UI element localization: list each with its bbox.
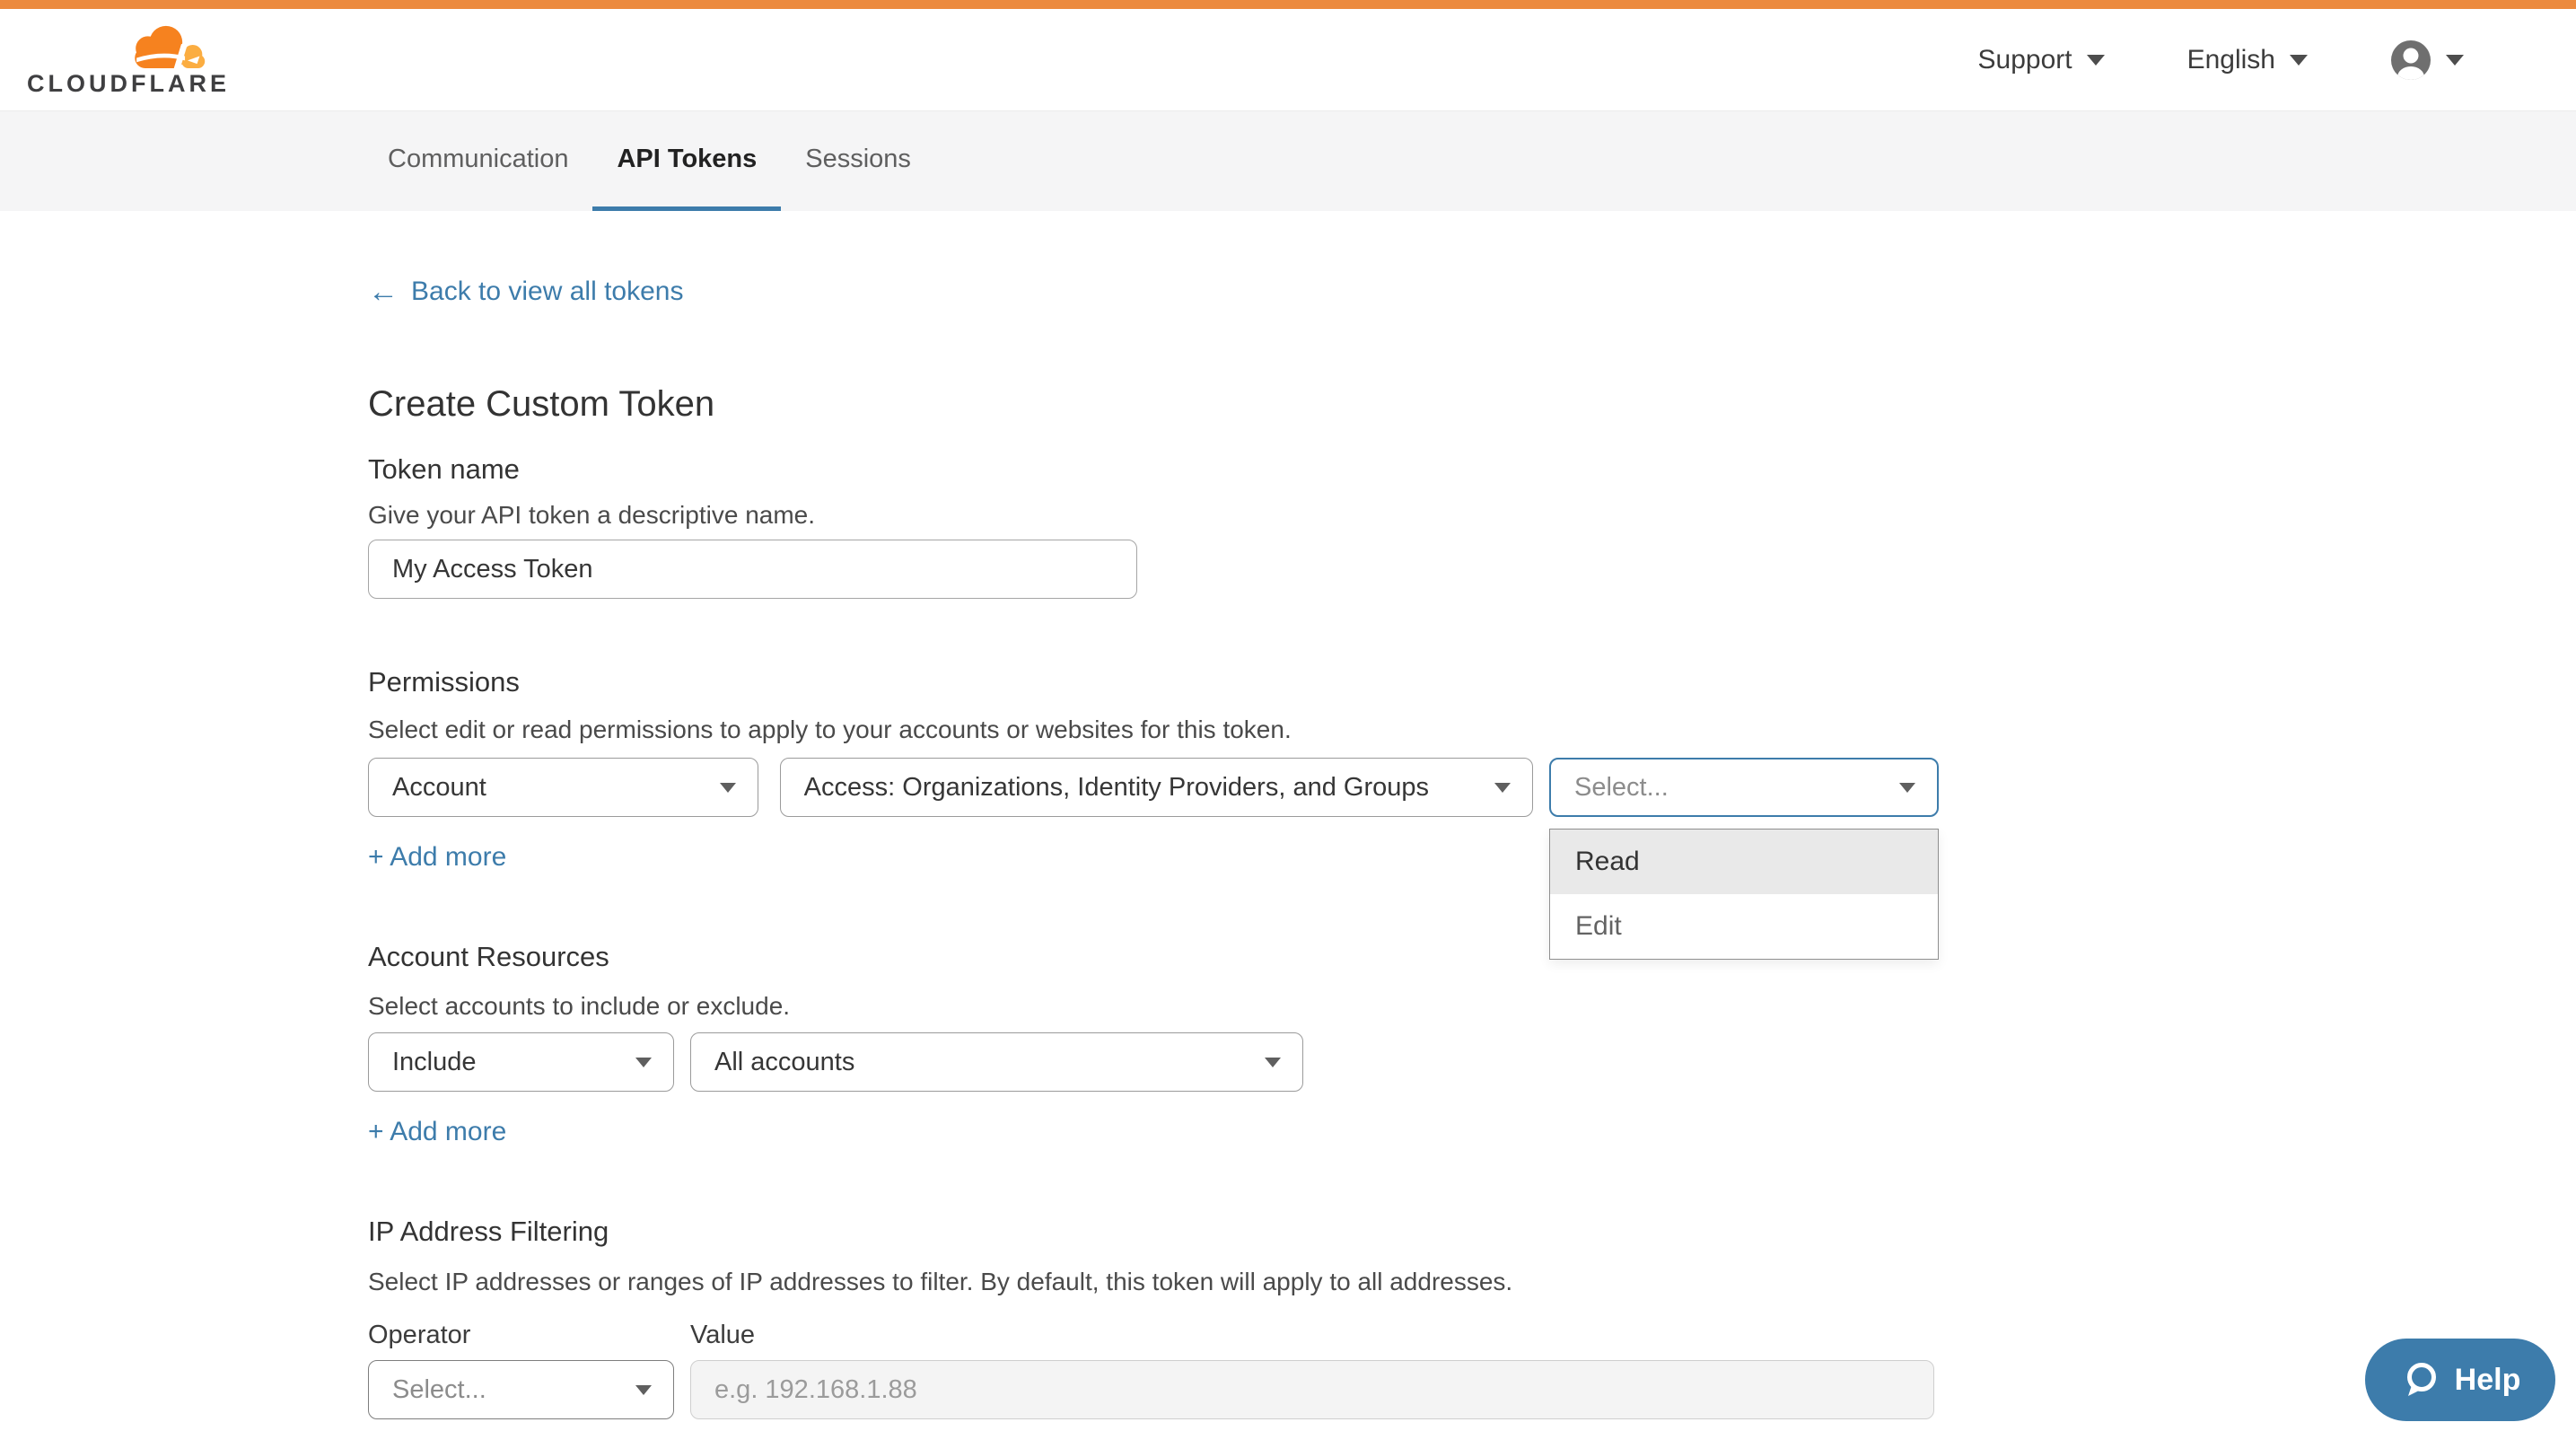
permissions-heading: Permissions [368,666,1939,698]
chevron-down-icon [2290,55,2308,66]
permission-level-menu: Read Edit [1549,829,1939,960]
resource-accounts-select[interactable]: All accounts [690,1032,1303,1092]
chevron-down-icon [1265,1058,1281,1067]
menu-option-edit[interactable]: Edit [1550,894,1938,959]
value-label: Value [690,1321,755,1349]
page-title: Create Custom Token [368,383,1939,425]
resource-mode-select[interactable]: Include [368,1032,674,1092]
permission-scope-select[interactable]: Account [368,758,758,817]
account-resources-add-more-link[interactable]: + Add more [368,1117,506,1147]
permission-level-select[interactable]: Select... [1549,758,1939,817]
resource-accounts-value: All accounts [714,1048,854,1077]
account-menu[interactable] [2390,40,2464,81]
ip-filtering-row: Select... [368,1360,1939,1419]
permission-scope-value: Account [392,773,486,803]
permission-level-placeholder: Select... [1574,773,1669,803]
back-link[interactable]: ← Back to view all tokens [368,276,683,308]
account-resources-section: Account Resources Select accounts to inc… [368,941,1939,1147]
account-resources-description: Select accounts to include or exclude. [368,993,1939,1020]
chevron-down-icon [635,1385,652,1395]
cloudflare-wordmark: CLOUDFLARE [27,70,215,98]
permissions-add-more-link[interactable]: + Add more [368,842,506,873]
ip-operator-select[interactable]: Select... [368,1360,674,1419]
resource-mode-value: Include [392,1048,477,1077]
help-button-label: Help [2455,1363,2521,1398]
tab-sessions[interactable]: Sessions [781,111,935,211]
brand-accent-bar [0,0,2576,9]
cloudflare-logo: CLOUDFLARE [27,22,215,98]
language-menu-label: English [2187,45,2275,75]
support-menu-label: Support [1978,45,2072,75]
permission-level-select-wrap: Select... Read Edit [1549,758,1939,817]
operator-label: Operator [368,1321,690,1349]
back-link-label: Back to view all tokens [411,276,683,308]
tab-communication[interactable]: Communication [364,111,592,211]
permissions-description: Select edit or read permissions to apply… [368,716,1939,743]
chevron-down-icon [635,1058,652,1067]
language-menu[interactable]: English [2187,45,2308,75]
app-header: CLOUDFLARE Support English [0,9,2576,111]
permission-resource-value: Access: Organizations, Identity Provider… [804,773,1429,803]
profile-tabbar: Communication API Tokens Sessions [0,111,2576,211]
ip-filtering-labels: Operator Value [368,1321,1939,1349]
ip-value-input[interactable] [690,1360,1934,1419]
ip-filtering-description: Select IP addresses or ranges of IP addr… [368,1269,1939,1295]
tab-api-tokens[interactable]: API Tokens [592,111,781,211]
user-avatar-icon [2390,40,2431,81]
back-arrow-icon: ← [368,276,399,308]
token-name-input[interactable] [368,540,1137,599]
token-name-description: Give your API token a descriptive name. [368,502,1939,529]
permissions-section: Permissions Select edit or read permissi… [368,666,1939,873]
chat-bubble-icon [2400,1359,2441,1400]
permissions-row: Account Access: Organizations, Identity … [368,758,1939,817]
token-name-heading: Token name [368,453,1939,486]
chevron-down-icon [720,783,736,793]
permission-resource-select[interactable]: Access: Organizations, Identity Provider… [780,758,1533,817]
chevron-down-icon [1494,783,1511,793]
support-menu[interactable]: Support [1978,45,2105,75]
ip-filtering-section: IP Address Filtering Select IP addresses… [368,1216,1939,1419]
header-controls: Support English [1978,40,2464,81]
menu-option-read[interactable]: Read [1550,830,1938,894]
token-name-section: Token name Give your API token a descrip… [368,453,1939,599]
ip-filtering-heading: IP Address Filtering [368,1216,1939,1248]
main-content: ← Back to view all tokens Create Custom … [368,211,1939,1419]
chevron-down-icon [2087,55,2105,66]
cloudflare-cloud-icon [115,22,212,68]
account-resources-row: Include All accounts [368,1032,1939,1092]
chevron-down-icon [1899,783,1915,793]
ip-operator-placeholder: Select... [392,1375,486,1405]
chevron-down-icon [2446,55,2464,66]
help-button[interactable]: Help [2365,1339,2555,1421]
